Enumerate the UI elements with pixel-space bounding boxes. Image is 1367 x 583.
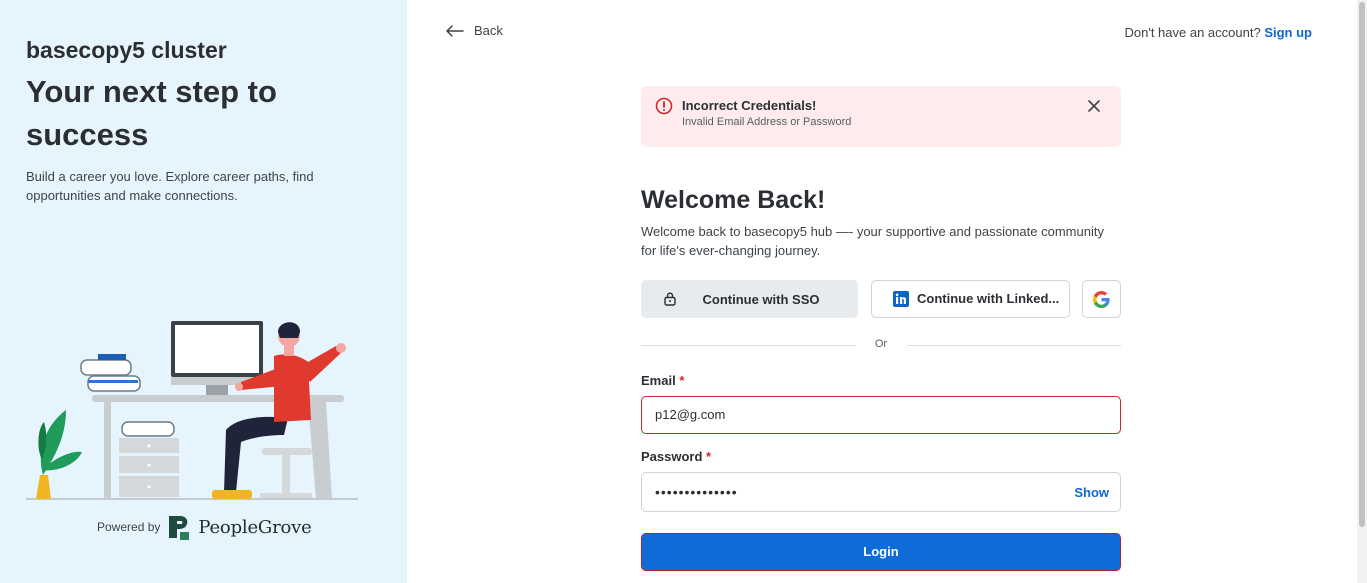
tagline: Build a career you love. Explore career …	[26, 169, 314, 203]
career-illustration	[26, 321, 358, 500]
no-account-text: Don't have an account?	[1124, 25, 1261, 40]
close-icon[interactable]	[1087, 99, 1101, 113]
left-panel: basecopy5 cluster Your next step to succ…	[0, 0, 407, 583]
or-divider-text: Or	[874, 338, 888, 350]
signup-prompt: Don't have an account? Sign up	[1125, 25, 1313, 40]
back-button[interactable]: Back	[446, 23, 503, 38]
google-icon	[1093, 291, 1110, 308]
login-button[interactable]: Login	[641, 533, 1121, 571]
welcome-subtitle: Welcome back to basecopy5 hub —- your su…	[641, 224, 1104, 258]
cluster-name: basecopy5 cluster	[26, 37, 227, 63]
google-button[interactable]	[1082, 280, 1121, 318]
email-input[interactable]	[655, 407, 1055, 422]
arrow-left-icon	[446, 24, 464, 37]
linkedin-button-label: Continue with Linked...	[917, 291, 1060, 306]
signup-link[interactable]: Sign up	[1264, 25, 1312, 40]
welcome-title: Welcome Back!	[641, 186, 826, 214]
peoplegrove-logo: PeopleGrove	[166, 513, 312, 541]
scrollbar-thumb[interactable]	[1359, 2, 1365, 527]
powered-by: Powered by PeopleGrove	[97, 513, 312, 541]
error-circle-icon	[655, 97, 673, 115]
page-scrollbar[interactable]	[1357, 0, 1367, 583]
headline: Your next step to success	[26, 74, 277, 152]
email-label-text: Email	[641, 373, 676, 388]
sso-button-label: Continue with SSO	[702, 291, 820, 307]
brand-name: PeopleGrove	[198, 516, 312, 538]
powered-by-label: Powered by	[97, 520, 161, 534]
error-alert: Incorrect Credentials! Invalid Email Add…	[641, 86, 1121, 147]
email-label: Email *	[641, 373, 684, 388]
email-field[interactable]	[641, 396, 1121, 434]
show-password-button[interactable]: Show	[1074, 485, 1109, 500]
or-divider: Or	[641, 337, 1121, 353]
linkedin-button[interactable]: Continue with Linked...	[871, 280, 1070, 318]
back-label: Back	[474, 23, 503, 38]
password-label: Password *	[641, 449, 711, 464]
peoplegrove-mark-icon	[169, 516, 190, 540]
password-label-text: Password	[641, 449, 703, 464]
password-field[interactable]: Show	[641, 472, 1121, 512]
password-input[interactable]	[655, 484, 1055, 500]
alert-description: Invalid Email Address or Password	[682, 116, 852, 128]
alert-title: Incorrect Credentials!	[682, 98, 817, 113]
linkedin-icon	[893, 291, 909, 307]
divider-line-right	[907, 345, 1121, 346]
required-asterisk: *	[706, 449, 712, 464]
sso-button[interactable]: Continue with SSO	[641, 280, 858, 318]
required-asterisk: *	[679, 373, 685, 388]
